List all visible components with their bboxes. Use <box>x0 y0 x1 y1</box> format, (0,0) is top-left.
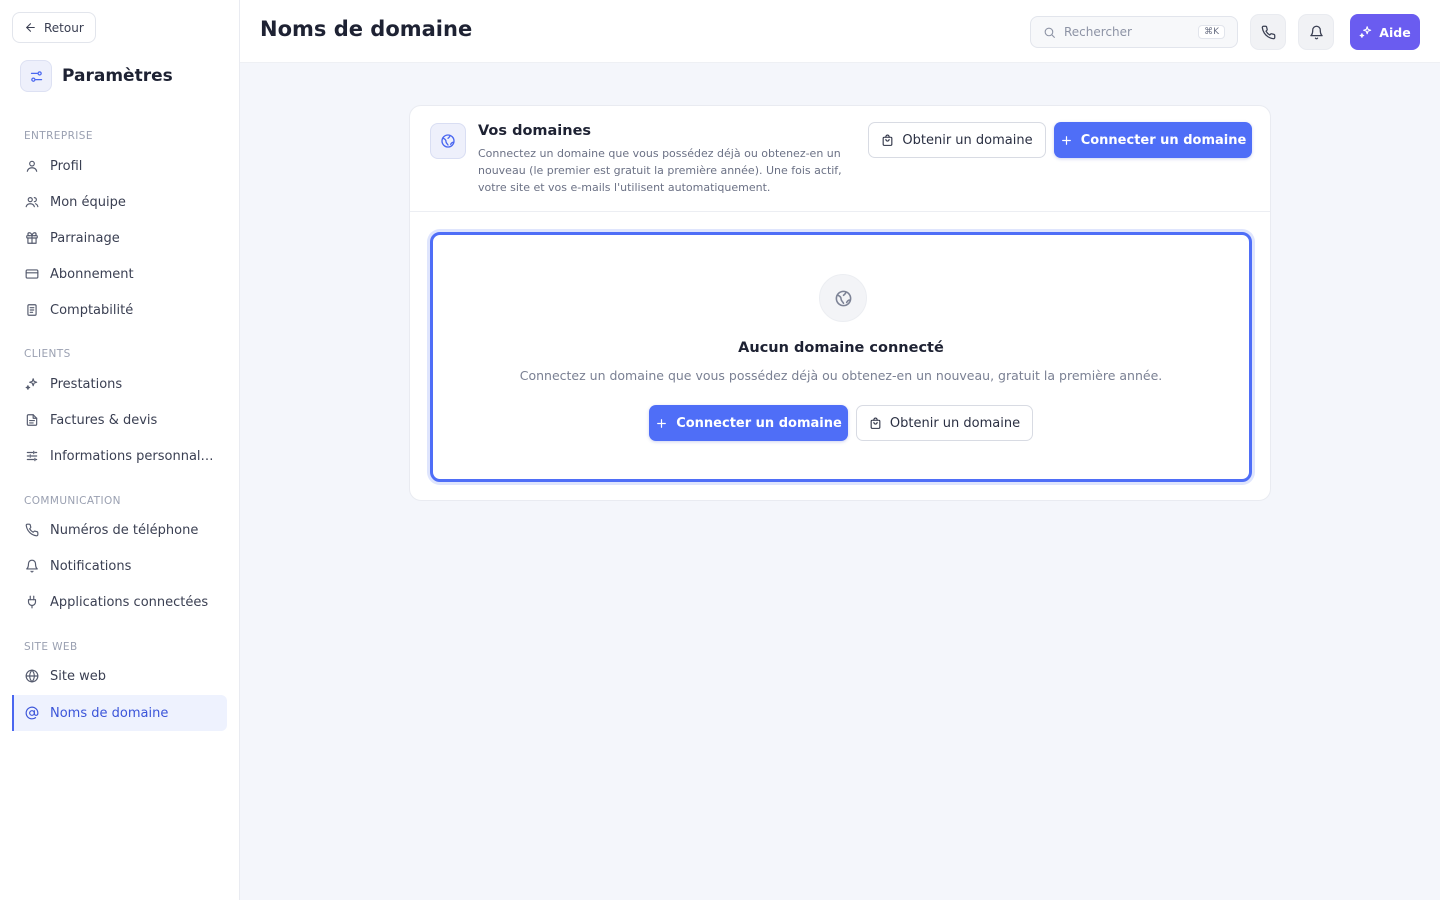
sidebar-item-applications-connectees[interactable]: Applications connectées <box>12 584 227 620</box>
settings-sliders-icon <box>20 60 52 92</box>
domains-description: Connectez un domaine que vous possédez d… <box>478 147 842 194</box>
user-icon <box>26 160 38 172</box>
back-button[interactable]: Retour <box>12 12 96 43</box>
plus-icon <box>1061 135 1071 145</box>
search-input[interactable]: Rechercher ⌘K <box>1030 16 1238 48</box>
sidebar-item-label: Noms de domaine <box>50 705 169 721</box>
sidebar-item-label: Abonnement <box>50 266 134 282</box>
connect-domain-label: Connecter un domaine <box>1080 132 1247 148</box>
file-icon <box>26 414 38 426</box>
sidebar-item-label: Factures & devis <box>50 412 158 428</box>
search-shortcut-badge: ⌘K <box>1198 25 1225 39</box>
sidebar-item-notifications[interactable]: Notifications <box>12 548 227 584</box>
sidebar-item-label: Numéros de téléphone <box>50 522 199 538</box>
sidebar-item-abonnement[interactable]: Abonnement <box>12 256 227 292</box>
section-label-entreprise: ENTREPRISE <box>24 130 93 142</box>
section-label-clients: CLIENTS <box>24 348 71 360</box>
sparkles-icon <box>25 378 38 390</box>
globe-icon <box>25 669 39 683</box>
sidebar-item-label: Informations personnalisées <box>50 448 214 464</box>
empty-get-label: Obtenir un domaine <box>889 415 1021 431</box>
help-label: Aide <box>1379 24 1411 40</box>
sidebar-item-label: Notifications <box>50 558 132 574</box>
section-label-site-web: SITE WEB <box>24 641 78 653</box>
at-icon <box>25 706 39 720</box>
sidebar-item-label: Site web <box>50 668 106 684</box>
gift-icon <box>26 232 38 244</box>
settings-header: Paramètres <box>20 60 173 92</box>
empty-state-description: Connectez un domaine que vous possédez d… <box>519 368 1163 383</box>
empty-state: Aucun domaine connecté Connectez un doma… <box>430 232 1252 482</box>
bell-icon <box>1309 25 1323 39</box>
top-bar: Noms de domaine Rechercher ⌘K Aide <box>240 0 1440 63</box>
sidebar-item-parrainage[interactable]: Parrainage <box>12 220 227 256</box>
sidebar-item-prestations[interactable]: Prestations <box>12 366 227 402</box>
bell-icon <box>26 559 38 573</box>
sidebar-item-label: Parrainage <box>50 230 120 246</box>
domain-globe-icon <box>430 123 466 159</box>
domains-title: Vos domaines <box>478 123 592 139</box>
plus-icon <box>657 418 667 428</box>
section-label-communication: COMMUNICATION <box>24 495 121 507</box>
phone-icon <box>25 523 39 537</box>
sidebar-item-numeros-telephone[interactable]: Numéros de téléphone <box>12 512 227 548</box>
search-icon <box>1044 27 1055 38</box>
sidebar-item-label: Profil <box>50 158 83 174</box>
credit-card-icon <box>25 269 39 279</box>
sidebar-item-site-web[interactable]: Site web <box>12 658 227 694</box>
sidebar-item-comptabilite[interactable]: Comptabilité <box>12 292 227 328</box>
help-button[interactable]: Aide <box>1350 14 1420 50</box>
sidebar-item-informations-personnalisees[interactable]: Informations personnalisées <box>12 438 227 474</box>
empty-connect-domain-button[interactable]: Connecter un domaine <box>649 405 848 441</box>
connect-domain-button[interactable]: Connecter un domaine <box>1054 122 1252 158</box>
shopping-bag-icon <box>870 417 881 429</box>
get-domain-button[interactable]: Obtenir un domaine <box>868 122 1046 158</box>
back-label: Retour <box>44 20 84 35</box>
ledger-icon <box>27 304 37 316</box>
sliders-icon <box>26 450 38 462</box>
get-domain-label: Obtenir un domaine <box>902 132 1033 148</box>
sidebar: Retour Paramètres ENTREPRISE Profil Mon … <box>0 0 240 900</box>
sidebar-item-label: Prestations <box>50 376 123 392</box>
phone-button[interactable] <box>1250 14 1286 50</box>
empty-globe-icon <box>819 274 867 322</box>
settings-title: Paramètres <box>62 66 173 86</box>
empty-connect-label: Connecter un domaine <box>676 415 842 431</box>
page-title: Noms de domaine <box>260 17 473 41</box>
sidebar-item-label: Applications connectées <box>50 594 209 610</box>
phone-icon <box>1261 25 1275 39</box>
notifications-button[interactable] <box>1298 14 1334 50</box>
arrow-left-icon <box>26 23 35 32</box>
sidebar-item-factures-devis[interactable]: Factures & devis <box>12 402 227 438</box>
domains-card-header: Vos domaines Connectez un domaine que vo… <box>410 106 1270 212</box>
search-placeholder: Rechercher <box>1064 25 1132 39</box>
empty-get-domain-button[interactable]: Obtenir un domaine <box>856 405 1033 441</box>
plug-icon <box>27 595 37 609</box>
domains-card: Vos domaines Connectez un domaine que vo… <box>409 105 1271 501</box>
sidebar-item-label: Mon équipe <box>50 194 126 210</box>
sparkles-icon <box>1359 26 1372 38</box>
users-icon <box>25 197 39 208</box>
empty-state-title: Aucun domaine connecté <box>738 340 944 356</box>
sidebar-item-profil[interactable]: Profil <box>12 148 227 184</box>
shopping-bag-icon <box>883 134 893 146</box>
sidebar-item-noms-de-domaine[interactable]: Noms de domaine <box>12 695 227 731</box>
sidebar-item-mon-equipe[interactable]: Mon équipe <box>12 184 227 220</box>
sidebar-item-label: Comptabilité <box>50 302 134 318</box>
